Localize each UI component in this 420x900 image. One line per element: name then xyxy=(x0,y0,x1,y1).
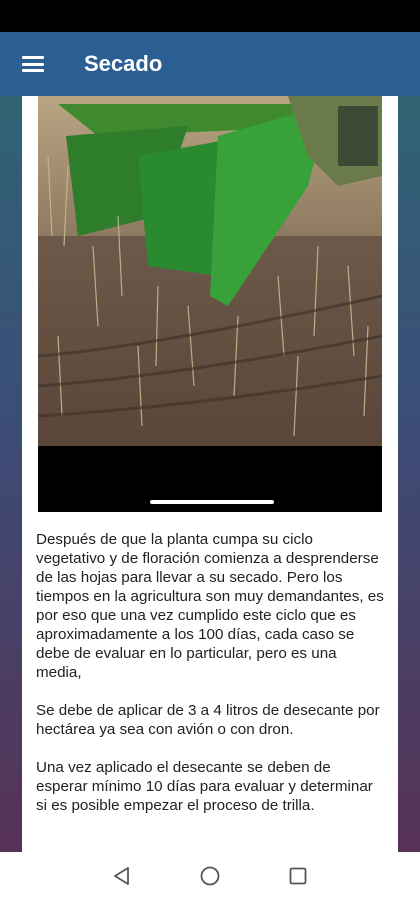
app-bar: Secado xyxy=(0,32,420,96)
content-card: Después de que la planta cumpa su ciclo … xyxy=(22,96,398,852)
home-circle-icon[interactable] xyxy=(198,864,222,888)
video-handle-bar[interactable] xyxy=(150,500,274,504)
video-control-bar xyxy=(38,446,382,512)
article-text: Después de que la planta cumpa su ciclo … xyxy=(36,530,386,834)
paragraph-3: Una vez aplicado el desecante se deben d… xyxy=(36,759,373,814)
recents-square-icon[interactable] xyxy=(286,864,310,888)
system-nav-bar xyxy=(0,852,420,900)
combine-harvester-image xyxy=(38,96,382,446)
paragraph-2: Se debe de aplicar de 3 a 4 litros de de… xyxy=(36,702,380,738)
video-player[interactable] xyxy=(38,96,382,512)
status-bar xyxy=(0,0,420,32)
back-triangle-icon[interactable] xyxy=(110,864,134,888)
page-title: Secado xyxy=(84,51,163,76)
paragraph-1: Después de que la planta cumpa su ciclo … xyxy=(36,531,384,681)
hamburger-menu-icon[interactable] xyxy=(22,56,44,72)
